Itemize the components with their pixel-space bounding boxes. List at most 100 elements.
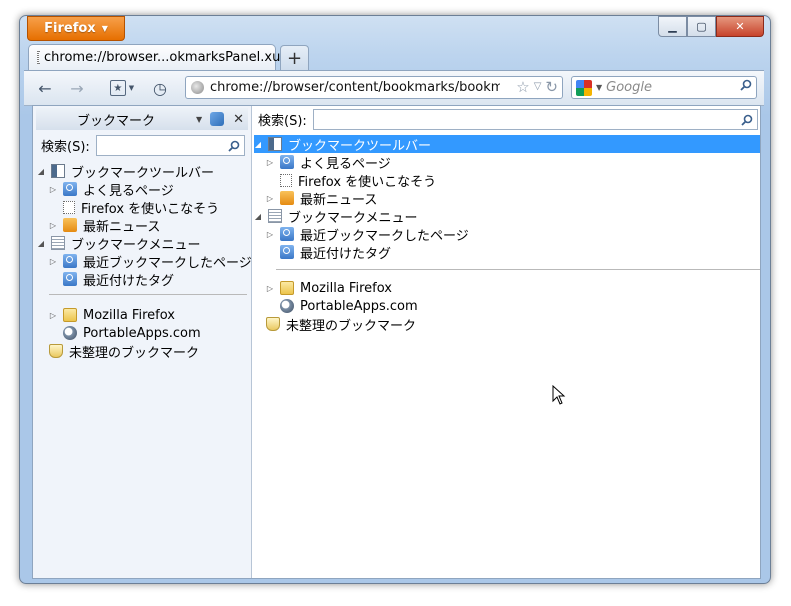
folder-icon: [280, 281, 294, 295]
unsorted-bookmarks-icon: [266, 317, 280, 331]
collapsed-twisty-icon[interactable]: ▷: [266, 158, 274, 167]
tree-item-recent-tags[interactable]: 最近付けたタグ: [49, 270, 175, 289]
smart-folder-icon: [280, 227, 294, 241]
unsorted-bookmarks-icon: [49, 344, 63, 358]
reload-icon[interactable]: ↻: [545, 78, 558, 96]
back-button[interactable]: ←: [34, 77, 56, 99]
tree-item-bookmarks-toolbar[interactable]: ◢ ブックマークツールバー: [37, 162, 215, 181]
collapsed-twisty-icon[interactable]: ▷: [266, 284, 274, 293]
tree-item-label: ブックマークメニュー: [71, 237, 201, 253]
tree-item-label: Firefox を使いこなそう: [81, 201, 220, 217]
expanded-twisty-icon[interactable]: ◢: [37, 239, 45, 248]
tree-item-latest-headlines[interactable]: ▷ 最新ニュース: [266, 189, 378, 208]
tab-bookmarks-panel[interactable]: chrome://browser...okmarksPanel.xul: [28, 44, 284, 70]
tree-item-bookmarks-menu[interactable]: ◢ ブックマークメニュー: [254, 207, 417, 226]
tree-item-label: 最近付けたタグ: [300, 246, 392, 262]
tree-item-label: よく見るページ: [300, 156, 391, 172]
tree-item-bookmarks-menu[interactable]: ◢ ブックマークメニュー: [37, 234, 201, 253]
tree-item-getting-started[interactable]: Firefox を使いこなそう: [266, 171, 437, 190]
tree-item-latest-headlines[interactable]: ▷ 最新ニュース: [49, 216, 160, 235]
tree-item-recently-bookmarked[interactable]: ▷ 最近ブックマークしたページ: [49, 252, 252, 271]
tree-item-label: PortableApps.com: [83, 325, 201, 341]
tree-item-most-visited[interactable]: ▷ よく見るページ: [49, 180, 174, 199]
tree-item-label: 最近付けたタグ: [83, 273, 175, 289]
tree-item-label: ブックマークツールバー: [71, 165, 215, 181]
navigation-toolbar: ← → ★ ▼ ◷ chrome://browser/content/bookm…: [24, 70, 764, 106]
bookmarks-menu-button[interactable]: ★ ▼: [106, 77, 138, 99]
tree-item-label: ブックマークツールバー: [288, 138, 432, 154]
tree-item-label: Firefox を使いこなそう: [298, 174, 437, 190]
maximize-button[interactable]: ▢: [687, 16, 716, 37]
tree-item-recently-bookmarked[interactable]: ▷ 最近ブックマークしたページ: [266, 225, 469, 244]
sidebar-title: ブックマーク: [76, 113, 155, 129]
search-icon: [741, 114, 753, 126]
bookmarks-toolbar-icon: [51, 164, 65, 178]
expanded-twisty-icon[interactable]: ◢: [254, 140, 262, 149]
portableapps-icon: [280, 299, 294, 313]
collapsed-twisty-icon[interactable]: ▷: [49, 221, 57, 230]
tree-item-label: 最新ニュース: [300, 192, 378, 208]
tree-item-portableapps[interactable]: PortableApps.com: [266, 297, 418, 315]
chevron-down-icon[interactable]: ▼: [596, 83, 602, 92]
tree-item-portableapps[interactable]: PortableApps.com: [49, 324, 201, 342]
maximize-icon: ▢: [696, 20, 707, 33]
browser-window: Firefox ▼ ▁ ▢ ✕ chrome://browser...okmar…: [19, 15, 771, 584]
history-dropdown-icon[interactable]: ▽: [534, 78, 542, 96]
minimize-icon: ▁: [668, 20, 677, 33]
chevron-down-icon: ▼: [128, 84, 135, 92]
sidebar-sync-icon[interactable]: [210, 112, 225, 126]
tree-item-recent-tags[interactable]: 最近付けたタグ: [266, 243, 392, 262]
tree-item-mozilla-firefox[interactable]: ▷ Mozilla Firefox: [266, 279, 392, 297]
bookmarks-menu-icon: [51, 236, 65, 250]
tree-item-label: よく見るページ: [83, 183, 174, 199]
collapsed-twisty-icon[interactable]: ▷: [49, 185, 57, 194]
smart-folder-icon: [63, 182, 77, 196]
bookmarks-toolbar-icon: [268, 137, 282, 151]
bookmarks-menu-icon: [268, 209, 282, 223]
collapsed-twisty-icon[interactable]: ▷: [266, 230, 274, 239]
chevron-down-icon[interactable]: ▼: [196, 115, 202, 124]
bookmark-star-icon[interactable]: ☆: [516, 78, 529, 96]
collapsed-twisty-icon[interactable]: ▷: [49, 257, 57, 266]
tree-item-label: Mozilla Firefox: [83, 307, 175, 323]
tree-item-label: 最近ブックマークしたページ: [300, 228, 469, 244]
close-button[interactable]: ✕: [716, 16, 764, 37]
separator: [276, 269, 760, 270]
search-icon[interactable]: [740, 79, 752, 91]
smart-folder-icon: [280, 245, 294, 259]
sidebar-search-row: 検索(S):: [41, 135, 245, 156]
forward-arrow-icon: →: [70, 78, 84, 98]
minimize-button[interactable]: ▁: [658, 16, 687, 37]
new-tab-button[interactable]: +: [280, 45, 309, 70]
rss-icon: [280, 191, 294, 205]
firefox-menu-button[interactable]: Firefox ▼: [27, 16, 125, 41]
url-bar[interactable]: chrome://browser/content/bookmarks/bookm…: [185, 76, 563, 99]
main-search-input[interactable]: [312, 109, 758, 130]
tree-item-mozilla-firefox[interactable]: ▷ Mozilla Firefox: [49, 306, 175, 324]
tree-item-unsorted-bookmarks[interactable]: 未整理のブックマーク: [35, 342, 199, 361]
sidebar-search-input[interactable]: [95, 135, 245, 156]
tree-item-most-visited[interactable]: ▷ よく見るページ: [266, 153, 391, 172]
portableapps-icon: [63, 326, 77, 340]
tab-label: chrome://browser...okmarksPanel.xul: [44, 50, 284, 65]
collapsed-twisty-icon[interactable]: ▷: [49, 311, 57, 320]
collapsed-twisty-icon[interactable]: ▷: [266, 194, 274, 203]
tree-item-unsorted-bookmarks[interactable]: 未整理のブックマーク: [252, 315, 416, 334]
google-engine-icon[interactable]: [576, 79, 592, 96]
sidebar-header: ブックマーク ▼ ✕: [36, 108, 248, 130]
expanded-twisty-icon[interactable]: ◢: [37, 167, 45, 176]
firefox-menu-label: Firefox: [44, 21, 96, 36]
tree-item-getting-started[interactable]: Firefox を使いこなそう: [49, 198, 220, 217]
tree-item-bookmarks-toolbar[interactable]: ◢ ブックマークツールバー: [254, 135, 760, 154]
page-icon: [37, 51, 39, 64]
close-icon[interactable]: ✕: [233, 112, 244, 127]
search-placeholder: Google: [606, 80, 652, 95]
search-bar[interactable]: ▼ Google: [571, 76, 757, 99]
expanded-twisty-icon[interactable]: ◢: [254, 212, 262, 221]
content-area: ブックマーク ▼ ✕ 検索(S): ◢ ブックマークツールバー ▷ よく見るペー…: [32, 105, 761, 579]
separator: [49, 294, 247, 295]
forward-button[interactable]: →: [66, 77, 88, 99]
history-button[interactable]: ◷: [149, 77, 171, 99]
star-icon: ★: [109, 80, 126, 96]
site-identity-icon: [191, 81, 204, 94]
